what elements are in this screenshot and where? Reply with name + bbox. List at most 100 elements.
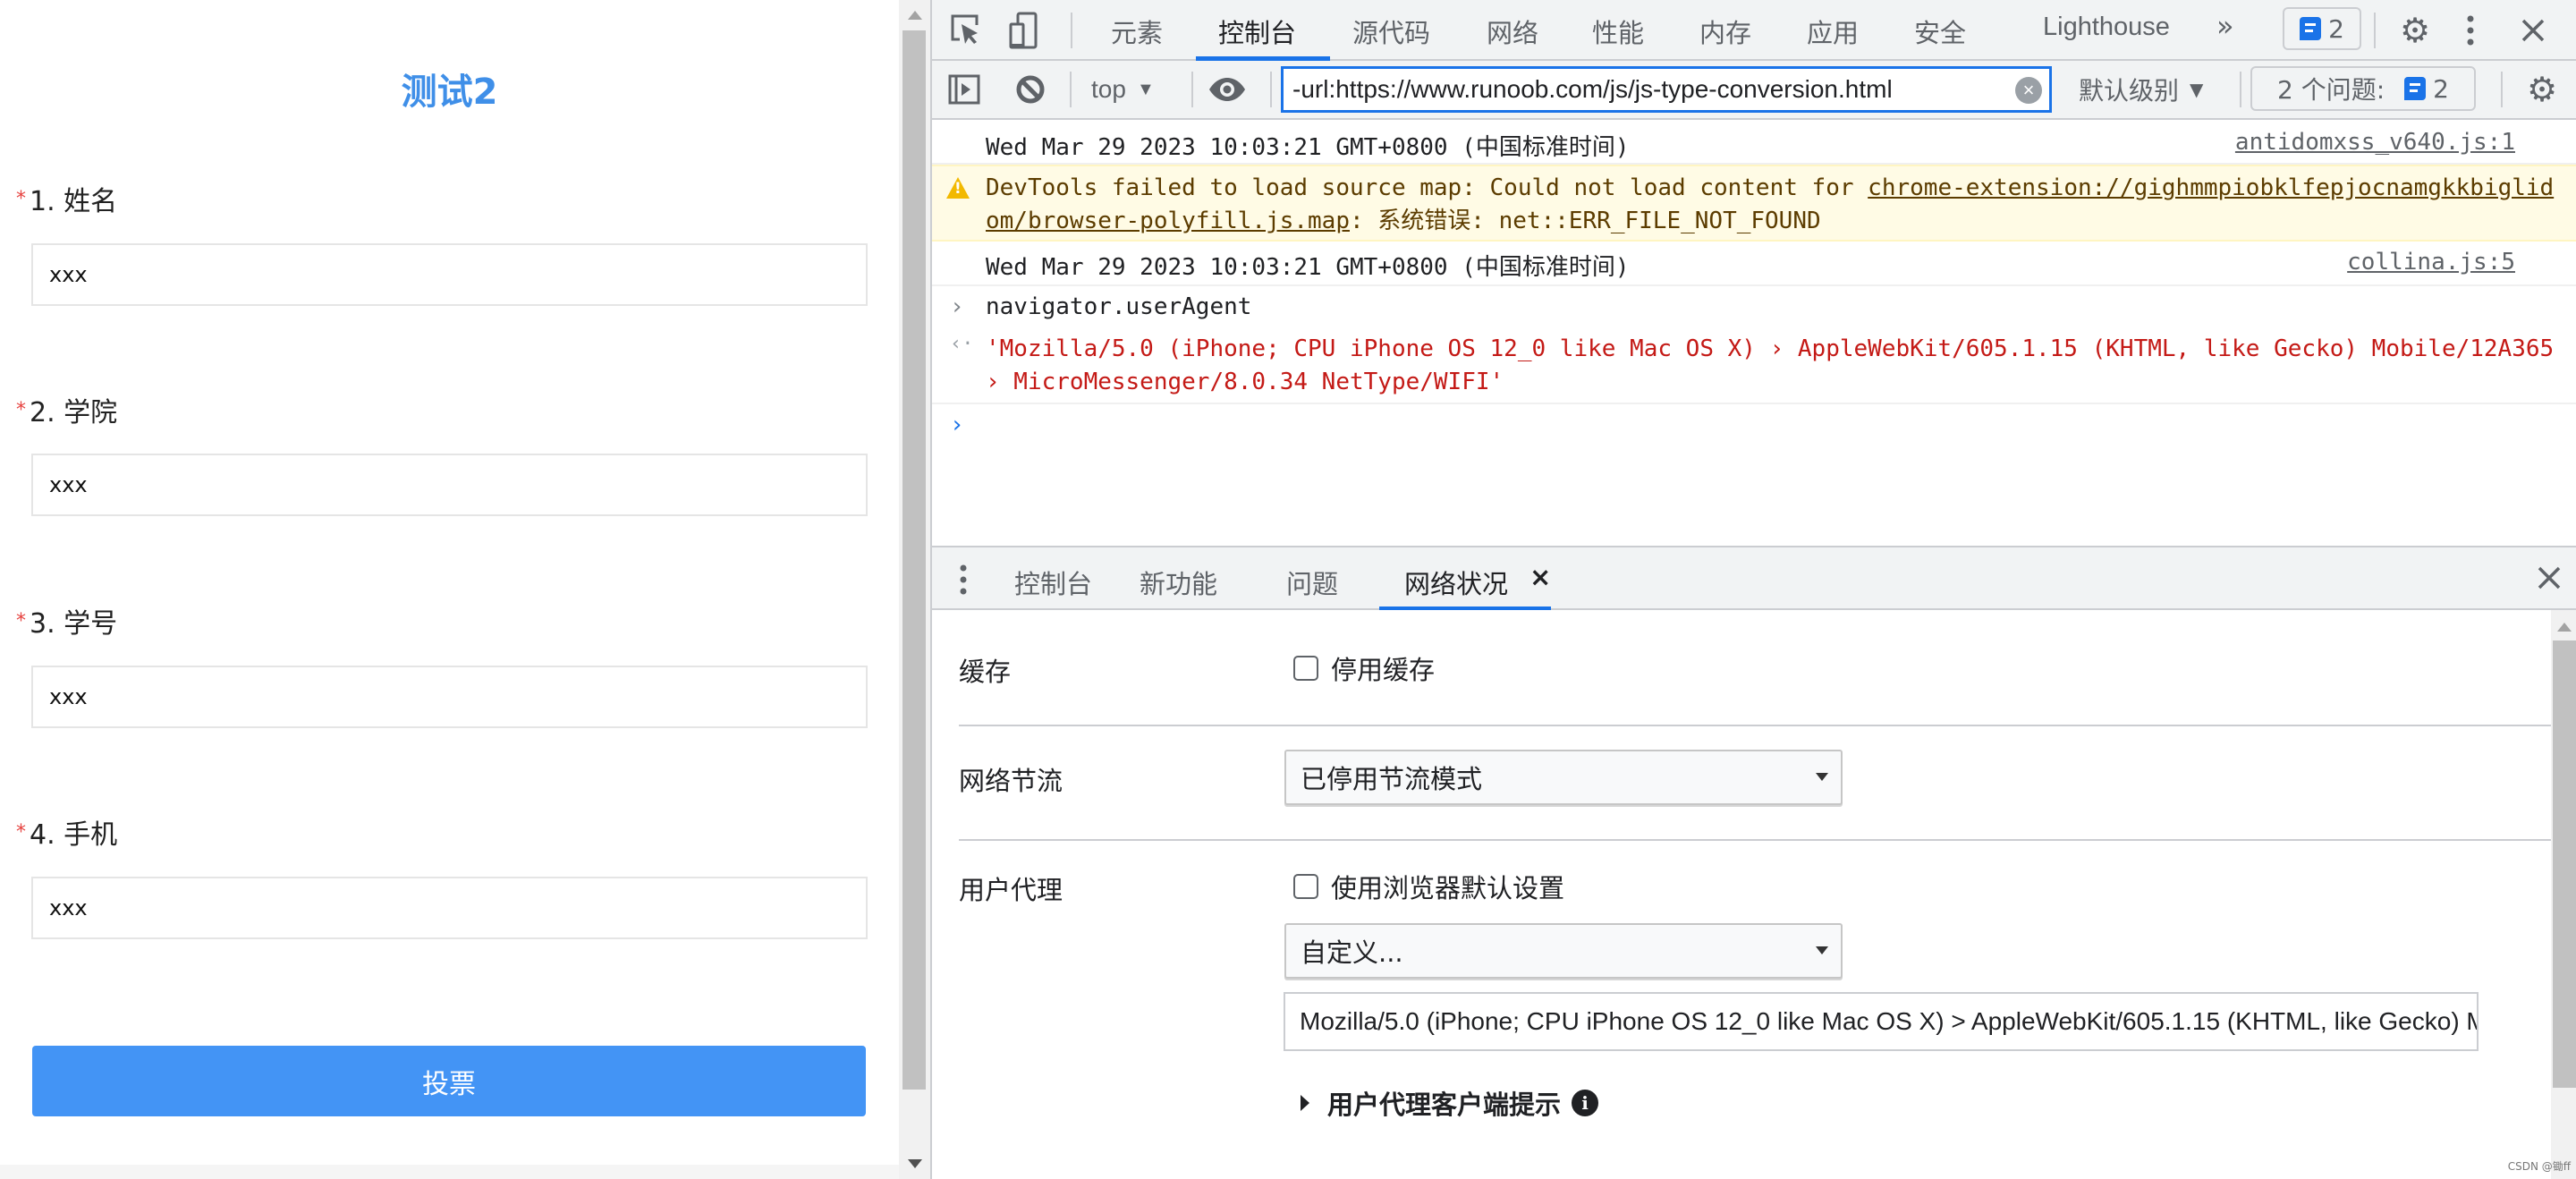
source-link[interactable]: collina.js:5 [2347, 249, 2515, 276]
issue-message-icon [2404, 77, 2427, 100]
drawer-tabbar: 控制台 新功能 问题 网络状况 × [932, 546, 2576, 611]
college-input[interactable]: xxx [31, 454, 868, 516]
drawer-tab-network-conditions[interactable]: 网络状况 [1404, 564, 1508, 601]
device-toolbar-icon[interactable] [1007, 11, 1039, 50]
input-prompt-icon: › [950, 293, 964, 320]
tab-security[interactable]: 安全 [1914, 13, 1966, 50]
inspect-element-icon[interactable] [948, 13, 982, 47]
throttling-label: 网络节流 [959, 766, 1063, 796]
section-divider [959, 839, 2553, 841]
console-filter-input[interactable]: -url:https://www.runoob.com/js/js-type-c… [1281, 66, 2052, 113]
devtools-panel: 元素 控制台 源代码 网络 性能 内存 应用 安全 Lighthouse » 2… [930, 0, 2576, 1179]
source-link[interactable]: antidomxss_v640.js:1 [2235, 129, 2515, 156]
console-settings-gear-icon[interactable]: ⚙ [2524, 70, 2560, 109]
checkbox-box[interactable] [1293, 874, 1318, 899]
throttling-select[interactable]: 已停用节流模式 [1284, 750, 1843, 805]
tab-elements[interactable]: 元素 [1111, 13, 1163, 50]
dropdown-caret-icon [1816, 773, 1828, 781]
clear-console-icon[interactable] [1013, 72, 1048, 107]
drawer-tab-issues[interactable]: 问题 [1286, 564, 1338, 601]
scroll-up-arrow-icon[interactable] [908, 11, 922, 20]
info-icon[interactable]: i [1572, 1090, 1599, 1116]
required-mark: * [16, 399, 26, 421]
console-input-echo: › navigator.userAgent [932, 286, 2576, 329]
drawer-scrollbar[interactable] [2551, 610, 2576, 1179]
tab-console[interactable]: 控制台 [1218, 13, 1296, 50]
question-label: * 1. 姓名 [16, 179, 117, 218]
result-text[interactable]: 'Mozilla/5.0 (iPhone; CPU iPhone OS 12_0… [986, 333, 2560, 399]
tab-application[interactable]: 应用 [1807, 13, 1859, 50]
dropdown-caret-icon: ▼ [2190, 79, 2204, 100]
cache-label: 缓存 [959, 657, 1012, 687]
screen: 测试2 * 1. 姓名 xxx * 2. 学院 xxx * 3. 学号 xxx * 4.… [0, 0, 2576, 1179]
checkbox-box[interactable] [1293, 656, 1318, 681]
required-mark: * [16, 188, 26, 210]
tab-network[interactable]: 网络 [1487, 13, 1538, 50]
client-hints-toggle[interactable]: 用户代理客户端提示 i [1301, 1084, 1599, 1122]
user-agent-string-input[interactable]: Mozilla/5.0 (iPhone; CPU iPhone OS 12_0 … [1284, 992, 2479, 1051]
question-text: 4. 手机 [30, 819, 118, 851]
message-text: Wed Mar 29 2023 10:03:21 GMT+0800 (中国标准时… [986, 254, 1630, 281]
student-id-input[interactable]: xxx [31, 666, 868, 728]
tab-performance[interactable]: 性能 [1592, 13, 1644, 50]
filter-text: -url:https://www.runoob.com/js/js-type-c… [1292, 75, 1893, 103]
close-devtools-icon[interactable] [2515, 13, 2551, 48]
toolbar-separator [2240, 72, 2241, 107]
dropdown-caret-icon [1816, 946, 1828, 954]
scroll-up-arrow-icon[interactable] [2557, 623, 2572, 632]
user-agent-label: 用户代理 [959, 875, 1063, 905]
warning-prefix: DevTools failed to load source map: Coul… [986, 174, 1868, 201]
tab-lighthouse[interactable]: Lighthouse [2043, 13, 2170, 42]
context-selector[interactable]: top ▼ [1091, 72, 1155, 107]
vote-button[interactable]: 投票 [32, 1046, 866, 1116]
log-level-selector[interactable]: 默认级别 ▼ [2079, 72, 2203, 107]
issues-label: 2 个问题: [2277, 75, 2385, 105]
scrollbar-thumb[interactable] [902, 30, 926, 1090]
drawer-tab-console[interactable]: 控制台 [1014, 564, 1092, 601]
drawer-menu-icon[interactable] [957, 562, 970, 598]
phone-input[interactable]: xxx [31, 877, 868, 939]
disable-cache-text: 停用缓存 [1331, 655, 1436, 685]
question-text: 2. 学院 [30, 397, 118, 428]
toolbar-separator [1071, 13, 1072, 48]
user-agent-select[interactable]: 自定义... [1284, 923, 1843, 979]
close-tab-icon[interactable]: × [1530, 562, 1551, 592]
result-arrow-icon: ‹· [950, 333, 974, 355]
console-toolbar: top ▼ -url:https://www.runoob.com/js/js-… [932, 61, 2576, 120]
tab-sources[interactable]: 源代码 [1352, 13, 1430, 50]
close-drawer-icon[interactable] [2533, 562, 2565, 594]
required-mark: * [16, 821, 26, 844]
question-label: * 2. 学院 [16, 390, 117, 429]
name-input[interactable]: xxx [31, 243, 868, 306]
dropdown-caret-icon: ▼ [1136, 79, 1155, 99]
console-prompt[interactable]: › [932, 404, 2576, 544]
toolbar-separator [1270, 72, 1272, 107]
warning-suffix: : 系统错误: net::ERR_FILE_NOT_FOUND [1350, 208, 1821, 234]
show-sidebar-icon[interactable] [946, 72, 982, 107]
disable-cache-checkbox[interactable]: 停用缓存 [1293, 649, 1435, 687]
message-text: Wed Mar 29 2023 10:03:21 GMT+0800 (中国标准时… [986, 134, 1630, 161]
issues-button[interactable]: 2 个问题: 2 [2250, 66, 2476, 111]
watermark: CSDN @锄ff [2507, 1160, 2571, 1173]
question-label: * 4. 手机 [16, 812, 117, 852]
live-expression-eye-icon[interactable] [1206, 72, 1249, 107]
console-message: Wed Mar 29 2023 10:03:21 GMT+0800 (中国标准时… [932, 120, 2576, 165]
more-options-icon[interactable] [2462, 13, 2479, 48]
drawer-tab-whats-new[interactable]: 新功能 [1140, 564, 1217, 601]
use-browser-default-checkbox[interactable]: 使用浏览器默认设置 [1293, 868, 1564, 905]
page-bottom-strip [0, 1165, 899, 1179]
client-hints-label: 用户代理客户端提示 [1327, 1090, 1562, 1120]
more-tabs-button[interactable]: » [2216, 9, 2234, 43]
scroll-down-arrow-icon[interactable] [908, 1159, 922, 1168]
devtools-main-tabbar: 元素 控制台 源代码 网络 性能 内存 应用 安全 Lighthouse » 2… [932, 0, 2576, 61]
clear-filter-icon[interactable]: × [2015, 77, 2042, 104]
page-scrollbar[interactable] [899, 0, 930, 1179]
expand-triangle-icon [1301, 1095, 1309, 1111]
settings-gear-icon[interactable]: ⚙ [2397, 11, 2433, 50]
scrollbar-thumb[interactable] [2553, 640, 2576, 1088]
toolbar-separator [2374, 13, 2376, 48]
warning-icon [946, 177, 970, 199]
tab-memory[interactable]: 内存 [1699, 13, 1751, 50]
issues-counter-button[interactable]: 2 [2283, 7, 2361, 50]
issue-message-icon [2300, 17, 2322, 40]
